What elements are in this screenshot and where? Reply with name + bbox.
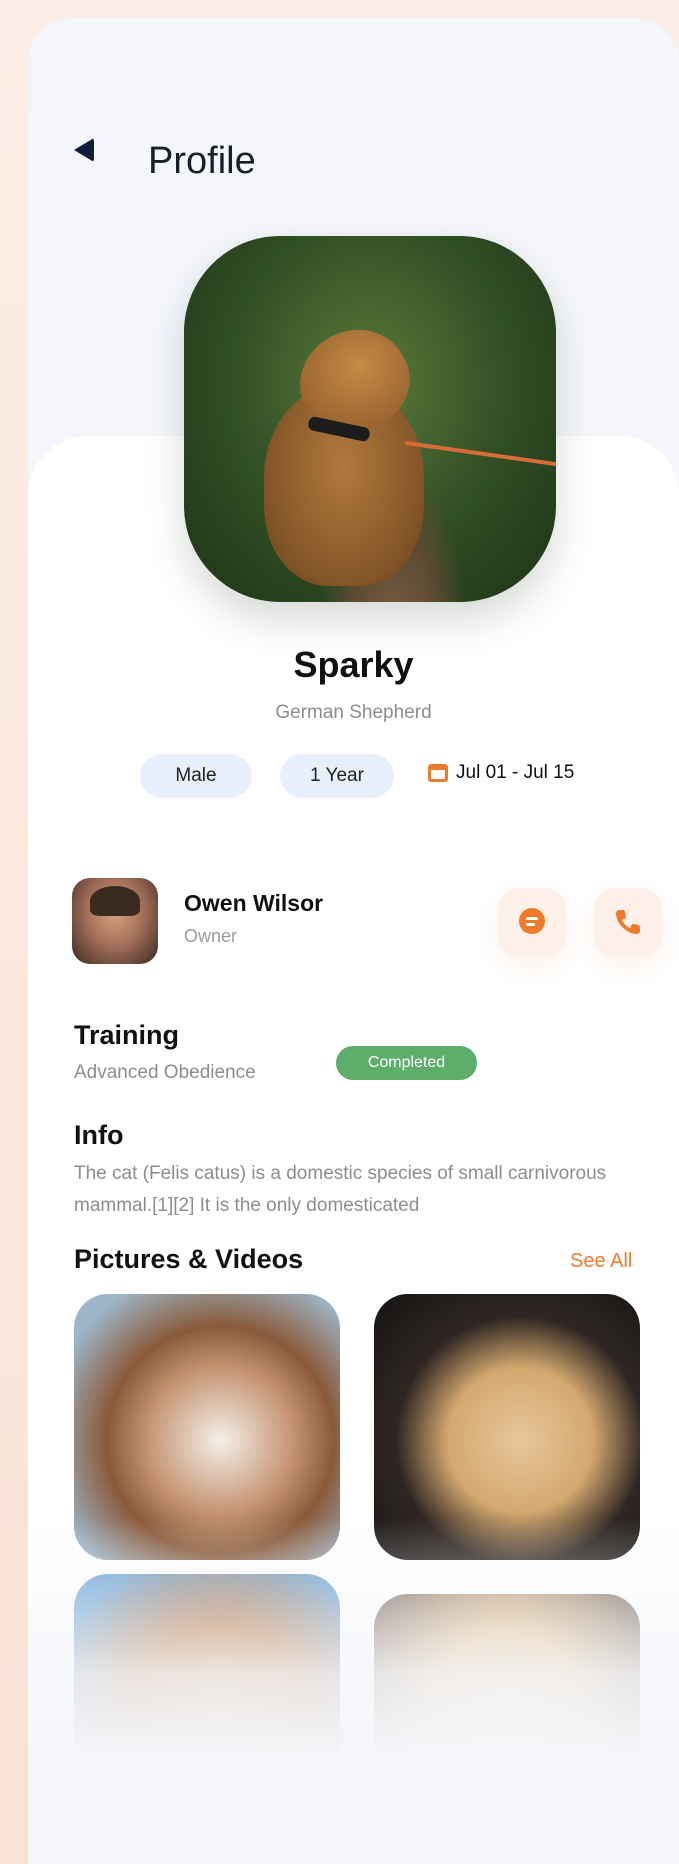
training-title: Training [74, 1020, 180, 1050]
pet-photo [184, 236, 556, 602]
page-title: Profile [148, 140, 256, 182]
media-title: Pictures & Videos [74, 1244, 304, 1274]
pet-name: Sparky [293, 644, 414, 685]
pet-breed: German Shepherd [275, 702, 432, 723]
status-badge: Completed [336, 1046, 477, 1080]
chat-icon [519, 908, 545, 934]
gender-chip: Male [140, 754, 252, 798]
media-tile[interactable] [74, 1574, 340, 1840]
owner-name: Owen Wilsor [184, 890, 324, 916]
call-button[interactable] [594, 888, 662, 956]
avatar [72, 878, 158, 964]
date-range-text: Jul 01 - Jul 15 [456, 762, 575, 783]
owner-role: Owner [184, 926, 238, 946]
date-range: Jul 01 - Jul 15 [428, 762, 574, 784]
training-subtitle: Advanced Obedience [74, 1062, 256, 1083]
owner-row: Owen Wilsor Owner [72, 878, 662, 968]
media-tile[interactable] [374, 1294, 640, 1560]
see-all-link[interactable]: See All [570, 1250, 632, 1273]
info-text: The cat (Felis catus) is a domestic spec… [74, 1163, 607, 1216]
chat-button[interactable] [498, 888, 566, 956]
photo-leash [404, 440, 556, 468]
media-tile[interactable] [74, 1294, 340, 1560]
info-title: Info [74, 1120, 124, 1150]
header: Profile [28, 18, 679, 182]
age-chip: 1 Year [280, 754, 394, 798]
media-tile[interactable] [374, 1594, 640, 1860]
calendar-icon [428, 764, 448, 782]
phone-icon [616, 910, 640, 934]
back-arrow-icon[interactable] [74, 138, 94, 162]
phone-screen: Profile Sparky German Shepherd Male 1 Ye… [28, 18, 679, 1864]
